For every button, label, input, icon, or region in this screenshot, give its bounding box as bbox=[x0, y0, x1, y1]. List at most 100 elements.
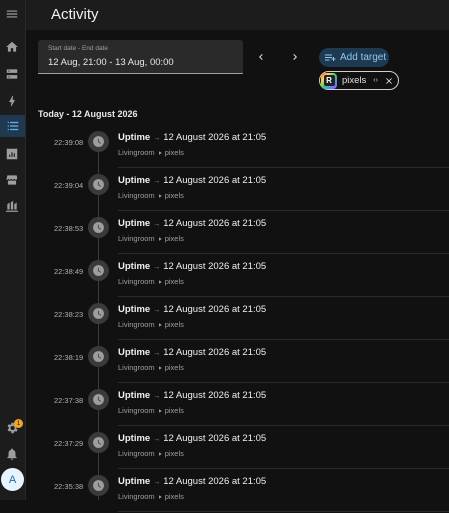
entry-time: 22:38:23 bbox=[54, 310, 84, 319]
entry-separator: → bbox=[153, 178, 161, 185]
entry-device[interactable]: pixels bbox=[165, 320, 184, 329]
entry-area[interactable]: Livingroom bbox=[118, 406, 155, 415]
expand-icon[interactable]: ‹› bbox=[373, 77, 378, 84]
entry-value: 12 August 2026 at 21:05 bbox=[163, 347, 267, 358]
caret-right-icon bbox=[155, 406, 165, 415]
entry-area[interactable]: Livingroom bbox=[118, 148, 155, 157]
entity-name[interactable]: Uptime bbox=[118, 132, 150, 143]
entity-name[interactable]: Uptime bbox=[118, 218, 150, 229]
entity-name[interactable]: Uptime bbox=[118, 390, 150, 401]
entity-name[interactable]: Uptime bbox=[118, 261, 150, 272]
divider bbox=[118, 253, 449, 254]
chart-icon[interactable] bbox=[4, 146, 20, 162]
entry-title[interactable]: Uptime → 12 August 2026 at 21:05 bbox=[118, 261, 266, 272]
app-header: Activity bbox=[26, 0, 449, 30]
entry-separator: → bbox=[153, 350, 161, 357]
entry-value: 12 August 2026 at 21:05 bbox=[163, 132, 267, 143]
entry-title[interactable]: Uptime → 12 August 2026 at 21:05 bbox=[118, 175, 266, 186]
date-range-picker[interactable]: Start date - End date 12 Aug, 21:00 - 13… bbox=[38, 40, 243, 74]
entry-device[interactable]: pixels bbox=[165, 449, 184, 458]
entry-context: Livingroom pixels bbox=[118, 449, 184, 458]
entry-time: 22:35:38 bbox=[54, 482, 84, 491]
chevron-left-icon bbox=[259, 54, 263, 60]
entry-device[interactable]: pixels bbox=[165, 148, 184, 157]
entry-title[interactable]: Uptime → 12 August 2026 at 21:05 bbox=[118, 476, 266, 487]
entry-device[interactable]: pixels bbox=[165, 191, 184, 200]
entry-context: Livingroom pixels bbox=[118, 406, 184, 415]
device-logo-icon: R bbox=[321, 72, 337, 89]
entry-area[interactable]: Livingroom bbox=[118, 320, 155, 329]
date-range-value: 12 Aug, 21:00 - 13 Aug, 00:00 bbox=[48, 57, 174, 68]
list-item[interactable]: 22:38:23 Uptime → 12 August 2026 at 21:05 Li… bbox=[26, 298, 449, 341]
user-avatar[interactable]: A bbox=[1, 468, 24, 491]
entity-name[interactable]: Uptime bbox=[118, 433, 150, 444]
entry-title[interactable]: Uptime → 12 August 2026 at 21:05 bbox=[118, 218, 266, 229]
entry-value: 12 August 2026 at 21:05 bbox=[163, 218, 267, 229]
divider bbox=[118, 511, 449, 512]
list-item[interactable]: 22:37:29 Uptime → 12 August 2026 at 21:05 Li… bbox=[26, 427, 449, 470]
entry-context: Livingroom pixels bbox=[118, 320, 184, 329]
entity-name[interactable]: Uptime bbox=[118, 304, 150, 315]
lightning-icon[interactable] bbox=[4, 93, 20, 109]
entry-separator: → bbox=[153, 393, 161, 400]
list-item[interactable]: 22:38:49 Uptime → 12 August 2026 at 21:05 Li… bbox=[26, 255, 449, 298]
target-chip-label: pixels bbox=[342, 75, 367, 86]
caret-right-icon bbox=[155, 277, 165, 286]
device-logo-letter: R bbox=[323, 75, 335, 86]
next-range-button[interactable] bbox=[288, 50, 302, 64]
storefront-icon[interactable] bbox=[4, 172, 20, 188]
list-item[interactable]: 22:37:38 Uptime → 12 August 2026 at 21:05 Li… bbox=[26, 384, 449, 427]
bell-icon[interactable] bbox=[4, 446, 20, 462]
entry-value: 12 August 2026 at 21:05 bbox=[163, 261, 267, 272]
entry-area[interactable]: Livingroom bbox=[118, 191, 155, 200]
entity-name[interactable]: Uptime bbox=[118, 347, 150, 358]
divider bbox=[118, 167, 449, 168]
entry-title[interactable]: Uptime → 12 August 2026 at 21:05 bbox=[118, 433, 266, 444]
entry-title[interactable]: Uptime → 12 August 2026 at 21:05 bbox=[118, 390, 266, 401]
entry-time: 22:37:38 bbox=[54, 396, 84, 405]
entry-value: 12 August 2026 at 21:05 bbox=[163, 433, 267, 444]
list-item[interactable]: 22:35:38 Uptime → 12 August 2026 at 21:05 Li… bbox=[26, 470, 449, 513]
server-icon[interactable] bbox=[4, 66, 20, 82]
entry-area[interactable]: Livingroom bbox=[118, 277, 155, 286]
entry-device[interactable]: pixels bbox=[165, 234, 184, 243]
entity-name[interactable]: Uptime bbox=[118, 175, 150, 186]
list-item[interactable]: 22:38:53 Uptime → 12 August 2026 at 21:05 Li… bbox=[26, 212, 449, 255]
remove-target-button[interactable] bbox=[384, 76, 394, 86]
entry-value: 12 August 2026 at 21:05 bbox=[163, 390, 267, 401]
caret-right-icon bbox=[155, 191, 165, 200]
entry-title[interactable]: Uptime → 12 August 2026 at 21:05 bbox=[118, 347, 266, 358]
date-range-label: Start date - End date bbox=[48, 45, 108, 52]
home-icon[interactable] bbox=[4, 39, 20, 55]
entry-separator: → bbox=[153, 264, 161, 271]
entry-area[interactable]: Livingroom bbox=[118, 449, 155, 458]
energy-icon[interactable] bbox=[4, 198, 20, 214]
entry-value: 12 August 2026 at 21:05 bbox=[163, 175, 267, 186]
entry-time: 22:39:04 bbox=[54, 181, 84, 190]
clock-icon bbox=[88, 260, 109, 281]
sidebar: 1 A bbox=[0, 0, 26, 500]
entry-separator: → bbox=[153, 221, 161, 228]
target-chip-pixels[interactable]: R pixels ‹› bbox=[319, 71, 399, 90]
entry-title[interactable]: Uptime → 12 August 2026 at 21:05 bbox=[118, 132, 266, 143]
entry-separator: → bbox=[153, 307, 161, 314]
list-item[interactable]: 22:39:08 Uptime → 12 August 2026 at 21:05 Li… bbox=[26, 126, 449, 169]
close-icon bbox=[386, 77, 392, 84]
add-target-button[interactable]: Add target bbox=[319, 48, 389, 67]
entry-device[interactable]: pixels bbox=[165, 406, 184, 415]
previous-range-button[interactable] bbox=[254, 50, 268, 64]
entry-context: Livingroom pixels bbox=[118, 191, 184, 200]
entry-time: 22:39:08 bbox=[54, 138, 84, 147]
entry-title[interactable]: Uptime → 12 August 2026 at 21:05 bbox=[118, 304, 266, 315]
activity-list-icon[interactable] bbox=[0, 115, 25, 137]
entry-device[interactable]: pixels bbox=[165, 363, 184, 372]
list-item[interactable]: 22:39:04 Uptime → 12 August 2026 at 21:05 Li… bbox=[26, 169, 449, 212]
divider bbox=[118, 425, 449, 426]
menu-icon[interactable] bbox=[4, 6, 20, 22]
entry-area[interactable]: Livingroom bbox=[118, 363, 155, 372]
entity-name[interactable]: Uptime bbox=[118, 476, 150, 487]
list-item[interactable]: 22:38:19 Uptime → 12 August 2026 at 21:05 Li… bbox=[26, 341, 449, 384]
entry-device[interactable]: pixels bbox=[165, 277, 184, 286]
add-target-label: Add target bbox=[340, 52, 387, 63]
entry-area[interactable]: Livingroom bbox=[118, 234, 155, 243]
